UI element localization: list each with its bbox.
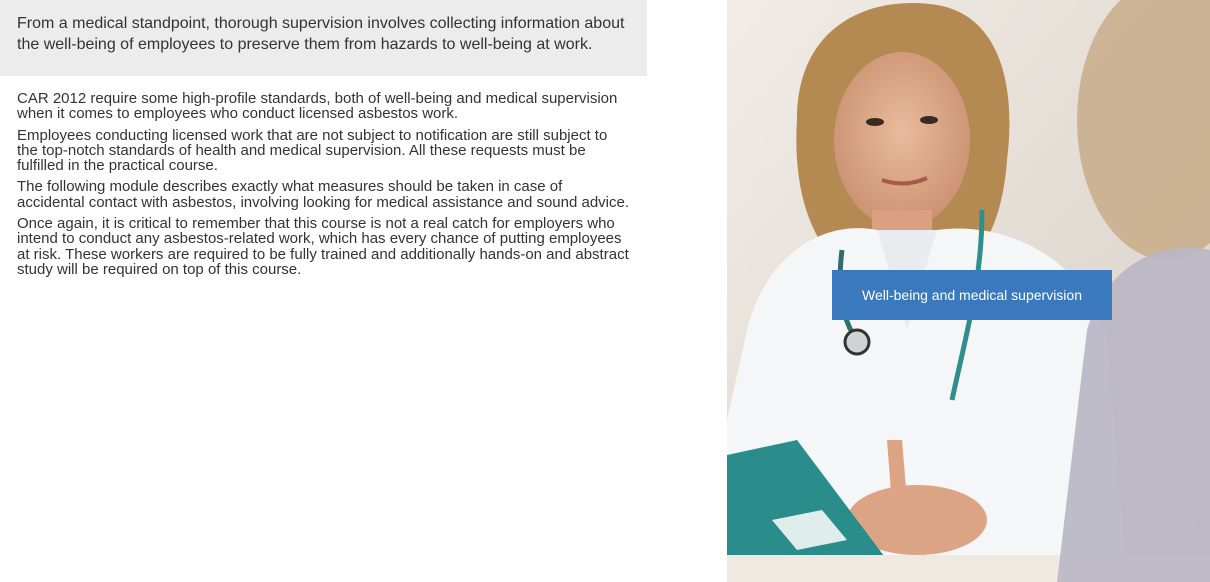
intro-text: From a medical standpoint, thorough supe… [17, 15, 625, 53]
medical-supervision-tag-button[interactable]: Well-being and medical supervision [832, 270, 1112, 320]
intro-box: From a medical standpoint, thorough supe… [0, 0, 647, 76]
body-paragraph: CAR 2012 require some high-profile stand… [17, 90, 618, 123]
body-paragraph: Once again, it is critical to remember t… [17, 215, 629, 278]
body-paragraph: The following module describes exactly w… [17, 178, 630, 211]
body-text: CAR 2012 require some high-profile stand… [17, 91, 632, 283]
body-paragraph: Employees conducting licensed work that … [17, 126, 608, 175]
